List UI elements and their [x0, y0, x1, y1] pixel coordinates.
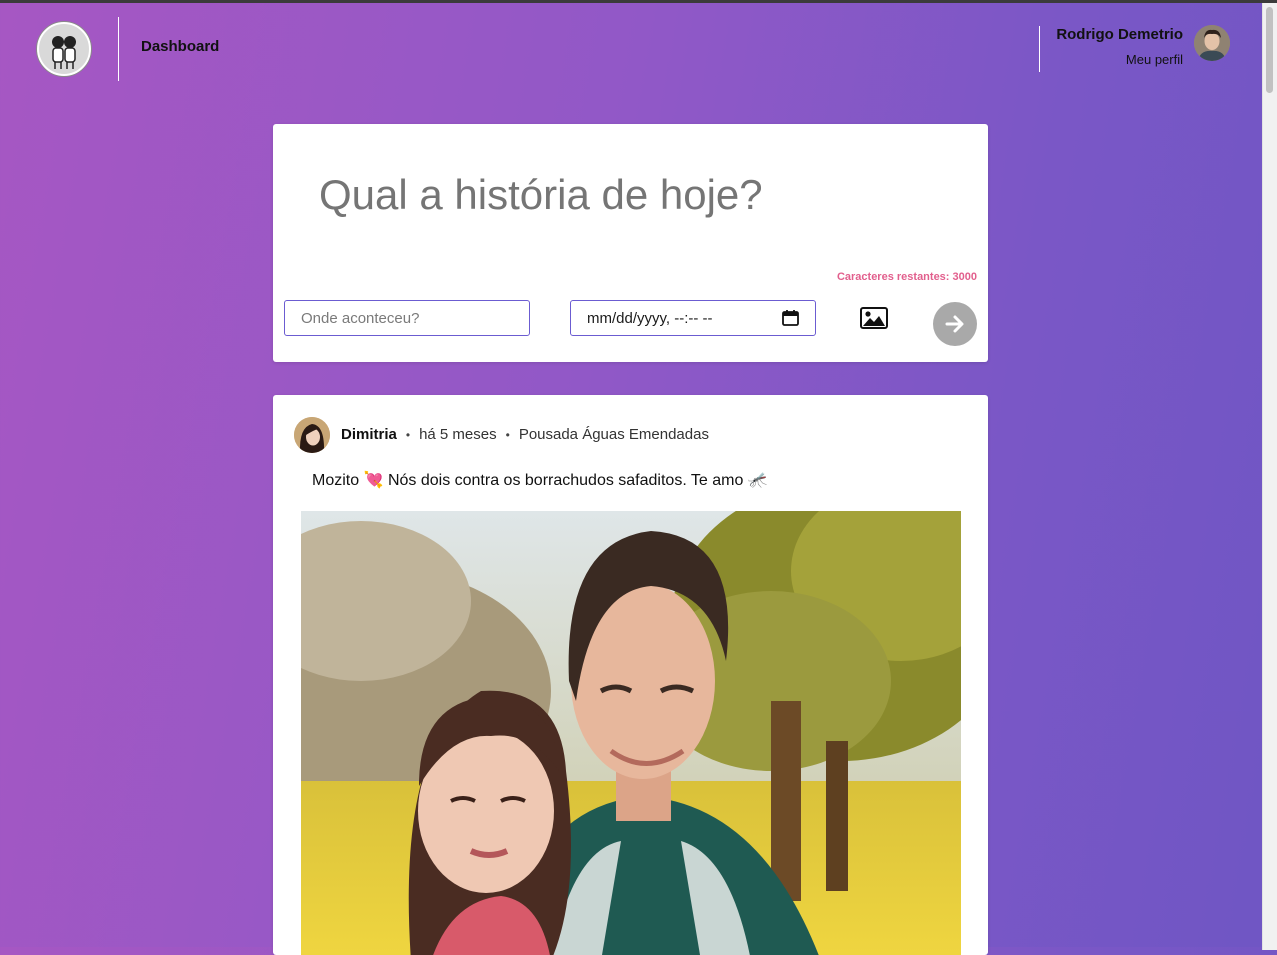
post-author-name[interactable]: Dimitria [341, 426, 397, 443]
app-logo[interactable] [37, 22, 91, 76]
post-meta: Dimitria • há 5 meses • Pousada Águas Em… [341, 426, 709, 443]
profile-link[interactable]: Meu perfil [1126, 52, 1183, 67]
post-time: há 5 meses [419, 426, 497, 443]
story-post: Dimitria • há 5 meses • Pousada Águas Em… [273, 395, 988, 955]
arrow-right-icon [945, 315, 964, 333]
story-input[interactable] [317, 170, 961, 220]
user-avatar-image [1194, 25, 1230, 61]
header-divider-right [1039, 26, 1040, 72]
meta-separator: • [405, 427, 411, 442]
scrollbar-thumb[interactable] [1266, 7, 1273, 93]
post-location: Pousada Águas Emendadas [518, 426, 709, 443]
location-input[interactable] [284, 300, 530, 336]
post-text: Mozito 💘 Nós dois contra os borrachudos … [312, 472, 768, 489]
nav-dashboard-link[interactable]: Dashboard [141, 38, 219, 55]
couple-selfie-photo [301, 511, 961, 955]
header-divider-left [118, 17, 119, 81]
user-name: Rodrigo Demetrio [1056, 26, 1183, 43]
meta-separator: • [505, 427, 510, 442]
post-author-avatar[interactable] [294, 417, 330, 453]
submit-story-button[interactable] [933, 302, 977, 346]
date-input-text: mm/dd/yyyy, --:-- -- [587, 309, 713, 327]
scrollbar[interactable] [1262, 3, 1277, 950]
story-composer: Caracteres restantes: 3000 mm/dd/yyyy, -… [273, 124, 988, 362]
post-photo[interactable] [301, 511, 961, 955]
char-counter: Caracteres restantes: 3000 [836, 271, 977, 283]
calendar-icon[interactable] [782, 310, 799, 326]
post-author-avatar-image [294, 417, 330, 453]
image-upload-icon[interactable] [860, 307, 888, 329]
date-input[interactable]: mm/dd/yyyy, --:-- -- [570, 300, 816, 336]
user-avatar[interactable] [1194, 25, 1230, 61]
couple-sketch-icon [52, 36, 76, 69]
